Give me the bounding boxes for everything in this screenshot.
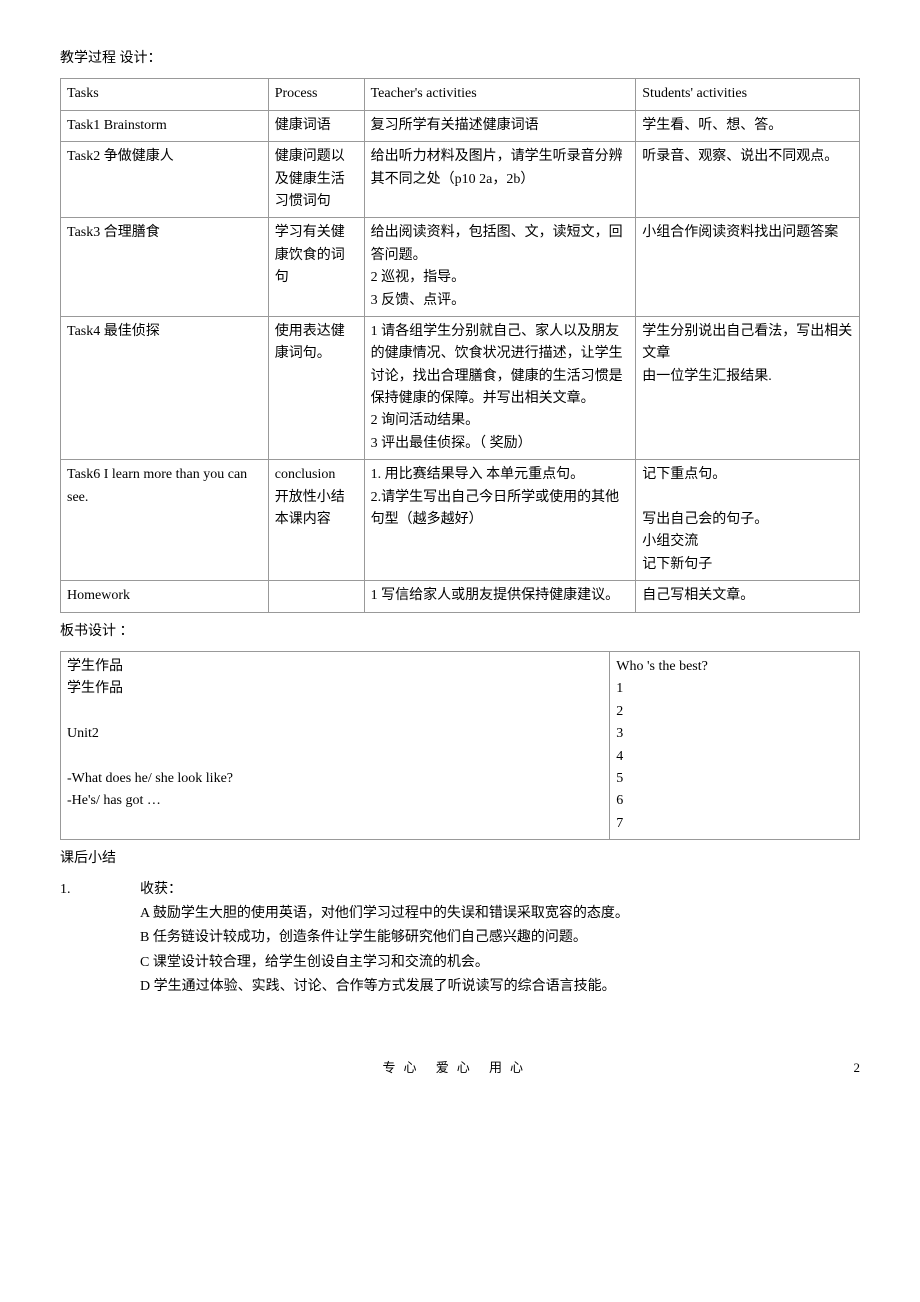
cell-students: 学生看、听、想、答。 (636, 110, 860, 141)
board-table: 学生作品 学生作品 Unit2 -What does he/ she look … (60, 651, 860, 840)
board-left: 学生作品 学生作品 Unit2 -What does he/ she look … (61, 651, 610, 839)
table-row: 学生作品 学生作品 Unit2 -What does he/ she look … (61, 651, 860, 839)
page-number: 2 (854, 1058, 861, 1079)
cell-teacher: 1. 用比赛结果导入 本单元重点句。 2.请学生写出自己今日所学或使用的其他句型… (364, 460, 636, 581)
summary-label: 收获： (140, 879, 182, 901)
cell-teacher: 给出阅读资料，包括图、文，读短文，回答问题。 2 巡视，指导。 3 反馈、点评。 (364, 218, 636, 317)
cell-process: 健康词语 (268, 110, 364, 141)
header-process: Process (268, 79, 364, 110)
footer-motto: 专心 爱心 用心 (60, 1058, 860, 1079)
cell-students: 听录音、观察、说出不同观点。 (636, 142, 860, 218)
cell-process: 使用表达健康词句。 (268, 316, 364, 459)
summary-title: 课后小结 (60, 848, 860, 870)
header-students: Students' activities (636, 79, 860, 110)
cell-students: 自己写相关文章。 (636, 581, 860, 612)
table-row: Task1 Brainstorm 健康词语 复习所学有关描述健康词语 学生看、听… (61, 110, 860, 141)
board-design-title: 板书设计 ： (60, 621, 860, 643)
cell-task: Task2 争做健康人 (61, 142, 269, 218)
table-header-row: Tasks Process Teacher's activities Stude… (61, 79, 860, 110)
cell-students: 学生分别说出自己看法，写出相关文章 由一位学生汇报结果. (636, 316, 860, 459)
cell-teacher: 1 写信给家人或朋友提供保持健康建议。 (364, 581, 636, 612)
cell-students: 小组合作阅读资料找出问题答案 (636, 218, 860, 317)
summary-number: 1. (60, 879, 140, 901)
summary-items: A 鼓励学生大胆的使用英语，对他们学习过程中的失误和错误采取宽容的态度。 B 任… (60, 903, 860, 999)
summary-block: 1. 收获： A 鼓励学生大胆的使用英语，对他们学习过程中的失误和错误采取宽容的… (60, 879, 860, 999)
cell-process: 健康问题以及健康生活习惯词句 (268, 142, 364, 218)
cell-students: 记下重点句。 写出自己会的句子。 小组交流 记下新句子 (636, 460, 860, 581)
summary-item: B 任务链设计较成功，创造条件让学生能够研究他们自己感兴趣的问题。 (140, 927, 860, 949)
summary-item: D 学生通过体验、实践、讨论、合作等方式发展了听说读写的综合语言技能。 (140, 976, 860, 998)
cell-teacher: 给出听力材料及图片，请学生听录音分辨其不同之处（p10 2a，2b） (364, 142, 636, 218)
cell-teacher: 1 请各组学生分别就自己、家人以及朋友的健康情况、饮食状况进行描述，让学生讨论，… (364, 316, 636, 459)
table-row: Task2 争做健康人 健康问题以及健康生活习惯词句 给出听力材料及图片，请学生… (61, 142, 860, 218)
cell-process (268, 581, 364, 612)
summary-item: C 课堂设计较合理，给学生创设自主学习和交流的机会。 (140, 952, 860, 974)
cell-task: Task1 Brainstorm (61, 110, 269, 141)
cell-teacher: 复习所学有关描述健康词语 (364, 110, 636, 141)
page-footer: 2 专心 爱心 用心 (60, 1058, 860, 1079)
process-table: Tasks Process Teacher's activities Stude… (60, 78, 860, 612)
cell-task: Homework (61, 581, 269, 612)
table-row: Homework 1 写信给家人或朋友提供保持健康建议。 自己写相关文章。 (61, 581, 860, 612)
cell-process: conclusion 开放性小结本课内容 (268, 460, 364, 581)
cell-task: Task3 合理膳食 (61, 218, 269, 317)
summary-item: A 鼓励学生大胆的使用英语，对他们学习过程中的失误和错误采取宽容的态度。 (140, 903, 860, 925)
table-row: Task4 最佳侦探 使用表达健康词句。 1 请各组学生分别就自己、家人以及朋友… (61, 316, 860, 459)
table-row: Task3 合理膳食 学习有关健康饮食的词句 给出阅读资料，包括图、文，读短文，… (61, 218, 860, 317)
process-design-title: 教学过程 设计： (60, 48, 860, 70)
cell-process: 学习有关健康饮食的词句 (268, 218, 364, 317)
table-row: Task6 I learn more than you can see. con… (61, 460, 860, 581)
cell-task: Task6 I learn more than you can see. (61, 460, 269, 581)
header-teacher: Teacher's activities (364, 79, 636, 110)
board-right: Who 's the best? 1 2 3 4 5 6 7 (610, 651, 860, 839)
header-tasks: Tasks (61, 79, 269, 110)
cell-task: Task4 最佳侦探 (61, 316, 269, 459)
